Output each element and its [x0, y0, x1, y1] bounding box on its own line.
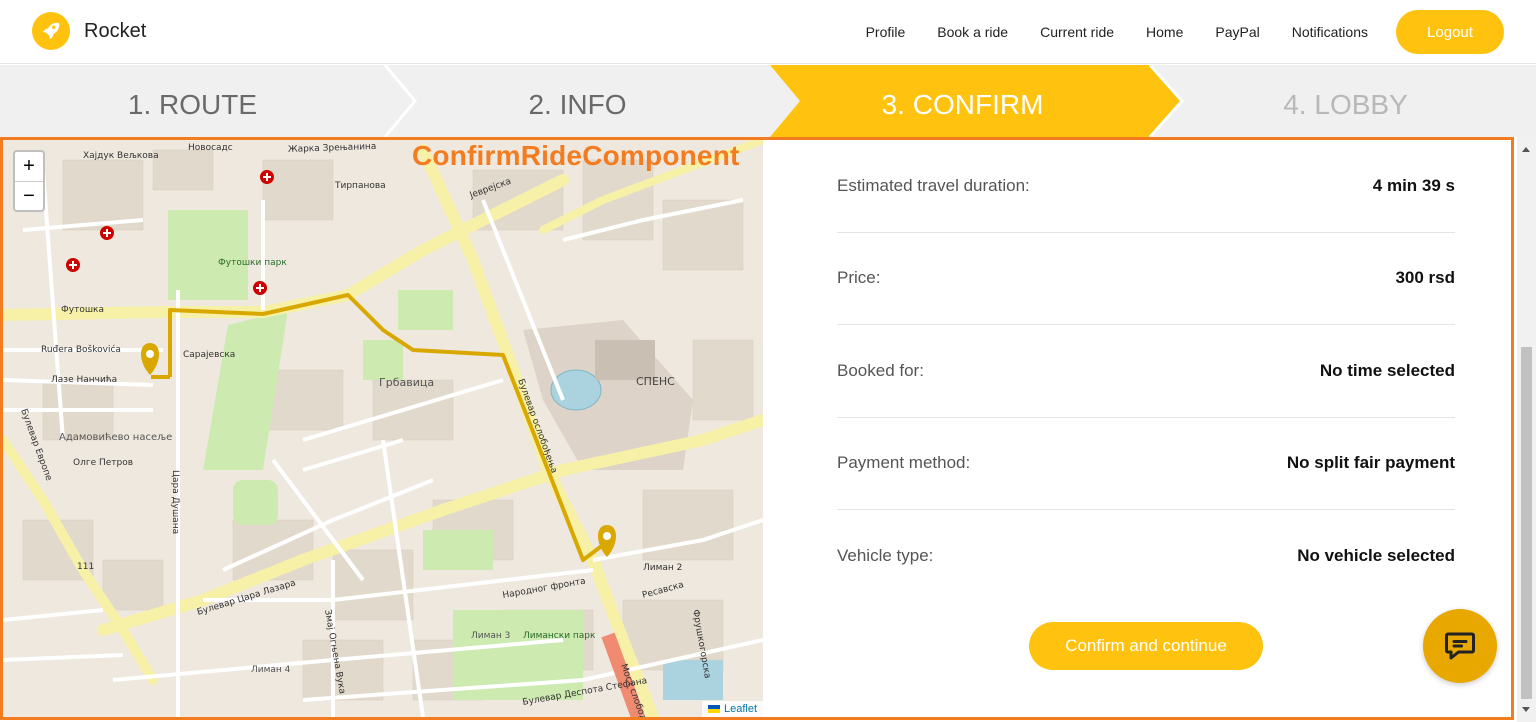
chat-icon: [1445, 632, 1475, 660]
ride-stepper: 1. ROUTE 2. INFO 3. CONFIRM 4. LOBBY: [0, 65, 1536, 137]
nav-link-paypal[interactable]: PayPal: [1215, 24, 1259, 40]
zoom-control: + −: [13, 150, 45, 212]
brand[interactable]: Rocket: [32, 12, 146, 50]
nav-link-current-ride[interactable]: Current ride: [1040, 24, 1114, 40]
page-scrollbar[interactable]: [1517, 137, 1536, 722]
hospital-icon: [253, 281, 267, 295]
nav-link-book-a-ride[interactable]: Book a ride: [937, 24, 1008, 40]
zoom-in-button[interactable]: +: [15, 152, 43, 181]
detail-row-price: Price: 300 rsd: [837, 233, 1455, 325]
ride-details: Estimated travel duration: 4 min 39 s Pr…: [837, 140, 1455, 603]
detail-row-payment-method: Payment method: No split fair payment: [837, 418, 1455, 510]
app-name: Rocket: [84, 19, 147, 42]
step-info[interactable]: 2. INFO: [385, 65, 770, 137]
step-confirm[interactable]: 3. CONFIRM: [770, 65, 1155, 137]
hospital-icon: [100, 226, 114, 240]
detail-label: Vehicle type:: [837, 546, 934, 566]
detail-row-duration: Estimated travel duration: 4 min 39 s: [837, 140, 1455, 233]
step-lobby[interactable]: 4. LOBBY: [1155, 65, 1536, 137]
nav-links: Profile Book a ride Current ride Home Pa…: [834, 10, 1504, 54]
chat-button[interactable]: [1423, 609, 1497, 683]
top-navbar: Rocket Profile Book a ride Current ride …: [0, 0, 1536, 64]
detail-label: Price:: [837, 268, 881, 288]
detail-value: No time selected: [1319, 360, 1455, 380]
detail-value: 4 min 39 s: [1372, 175, 1455, 195]
logout-button[interactable]: Logout: [1396, 10, 1504, 54]
detail-value: 300 rsd: [1395, 268, 1455, 288]
scroll-up-arrow-icon[interactable]: [1522, 147, 1530, 152]
scroll-down-arrow-icon[interactable]: [1522, 707, 1530, 712]
destination-marker-icon[interactable]: [598, 525, 616, 557]
scrollbar-thumb[interactable]: [1521, 347, 1532, 699]
detail-label: Payment method:: [837, 453, 971, 473]
ukraine-flag-icon: [707, 705, 720, 713]
detail-value: No vehicle selected: [1297, 546, 1455, 566]
zoom-out-button[interactable]: −: [15, 181, 43, 210]
detail-value: No split fair payment: [1286, 453, 1455, 473]
detail-row-booked-for: Booked for: No time selected: [837, 325, 1455, 418]
rocket-icon: [32, 12, 70, 50]
nav-link-profile[interactable]: Profile: [866, 24, 906, 40]
detail-label: Estimated travel duration:: [837, 175, 1030, 195]
attribution-link[interactable]: Leaflet: [724, 703, 757, 715]
confirm-and-continue-button[interactable]: Confirm and continue: [1029, 622, 1263, 670]
hospital-icon: [66, 258, 80, 272]
nav-link-notifications[interactable]: Notifications: [1292, 24, 1368, 40]
component-tag: ConfirmRideComponent: [412, 140, 740, 171]
detail-label: Booked for:: [837, 360, 924, 380]
step-route[interactable]: 1. ROUTE: [0, 65, 385, 137]
pickup-marker-icon[interactable]: [141, 343, 159, 375]
hospital-icon: [260, 170, 274, 184]
map-attribution[interactable]: Leaflet: [701, 701, 763, 717]
nav-link-home[interactable]: Home: [1146, 24, 1183, 40]
route-map[interactable]: Хајдук Вељкова Новосадс Жарка Зрењанина …: [3, 140, 763, 717]
detail-row-vehicle-type: Vehicle type: No vehicle selected: [837, 510, 1455, 603]
